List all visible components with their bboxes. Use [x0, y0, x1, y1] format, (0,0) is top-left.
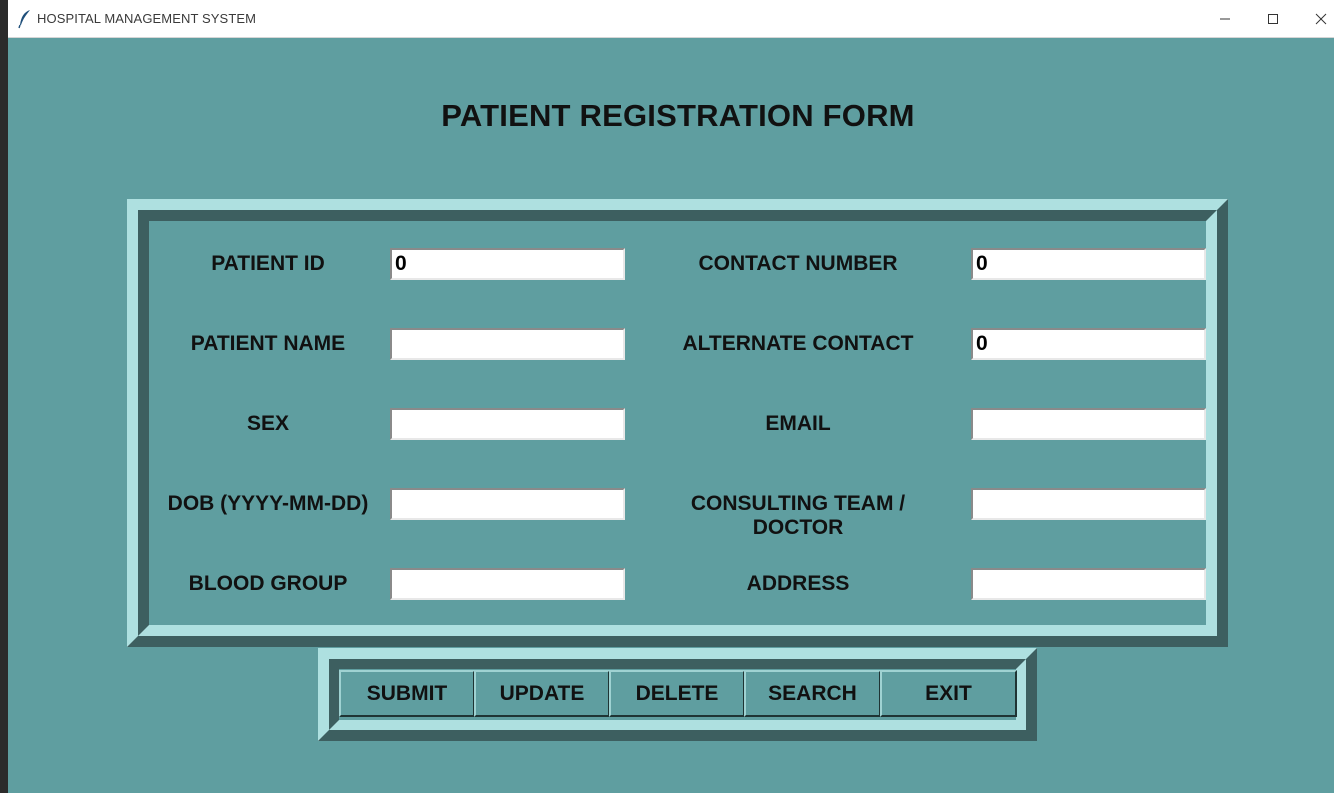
address-label: ADDRESS [746, 572, 850, 595]
update-button[interactable]: UPDATE [474, 670, 610, 717]
search-button[interactable]: SEARCH [744, 670, 881, 717]
alternate-contact-label: ALTERNATE CONTACT [682, 332, 914, 355]
consulting-doctor-field[interactable] [971, 488, 1206, 520]
email-field[interactable] [971, 408, 1206, 440]
close-icon[interactable] [1298, 0, 1334, 37]
patient-name-label: PATIENT NAME [190, 332, 346, 355]
blood-group-label: BLOOD GROUP [188, 572, 348, 595]
contact-number-label: CONTACT NUMBER [698, 252, 898, 275]
blood-group-field[interactable] [390, 568, 625, 600]
sex-field[interactable] [390, 408, 625, 440]
alternate-contact-field[interactable]: 0 [971, 328, 1206, 360]
title-bar[interactable]: HOSPITAL MANAGEMENT SYSTEM [8, 0, 1334, 38]
submit-button[interactable]: SUBMIT [339, 670, 475, 717]
email-label: EMAIL [765, 412, 831, 435]
exit-button[interactable]: EXIT [880, 670, 1017, 717]
window-title: HOSPITAL MANAGEMENT SYSTEM [37, 11, 257, 26]
maximize-icon[interactable] [1250, 0, 1296, 37]
consulting-doctor-label: CONSULTING TEAM / DOCTOR [690, 492, 906, 539]
dob-field[interactable] [390, 488, 625, 520]
app-window: HOSPITAL MANAGEMENT SYSTEM PATIENT REGIS… [8, 0, 1334, 793]
patient-name-field[interactable] [390, 328, 625, 360]
patient-id-field[interactable]: 0 [390, 248, 625, 280]
patient-id-label: PATIENT ID [211, 252, 325, 275]
dob-label: DOB (YYYY-MM-DD) [167, 492, 369, 515]
delete-button[interactable]: DELETE [609, 670, 745, 717]
feather-icon [18, 9, 32, 29]
minimize-icon[interactable] [1202, 0, 1248, 37]
contact-number-field[interactable]: 0 [971, 248, 1206, 280]
address-field[interactable] [971, 568, 1206, 600]
page-title: PATIENT REGISTRATION FORM [441, 98, 915, 133]
sex-label: SEX [246, 412, 290, 435]
